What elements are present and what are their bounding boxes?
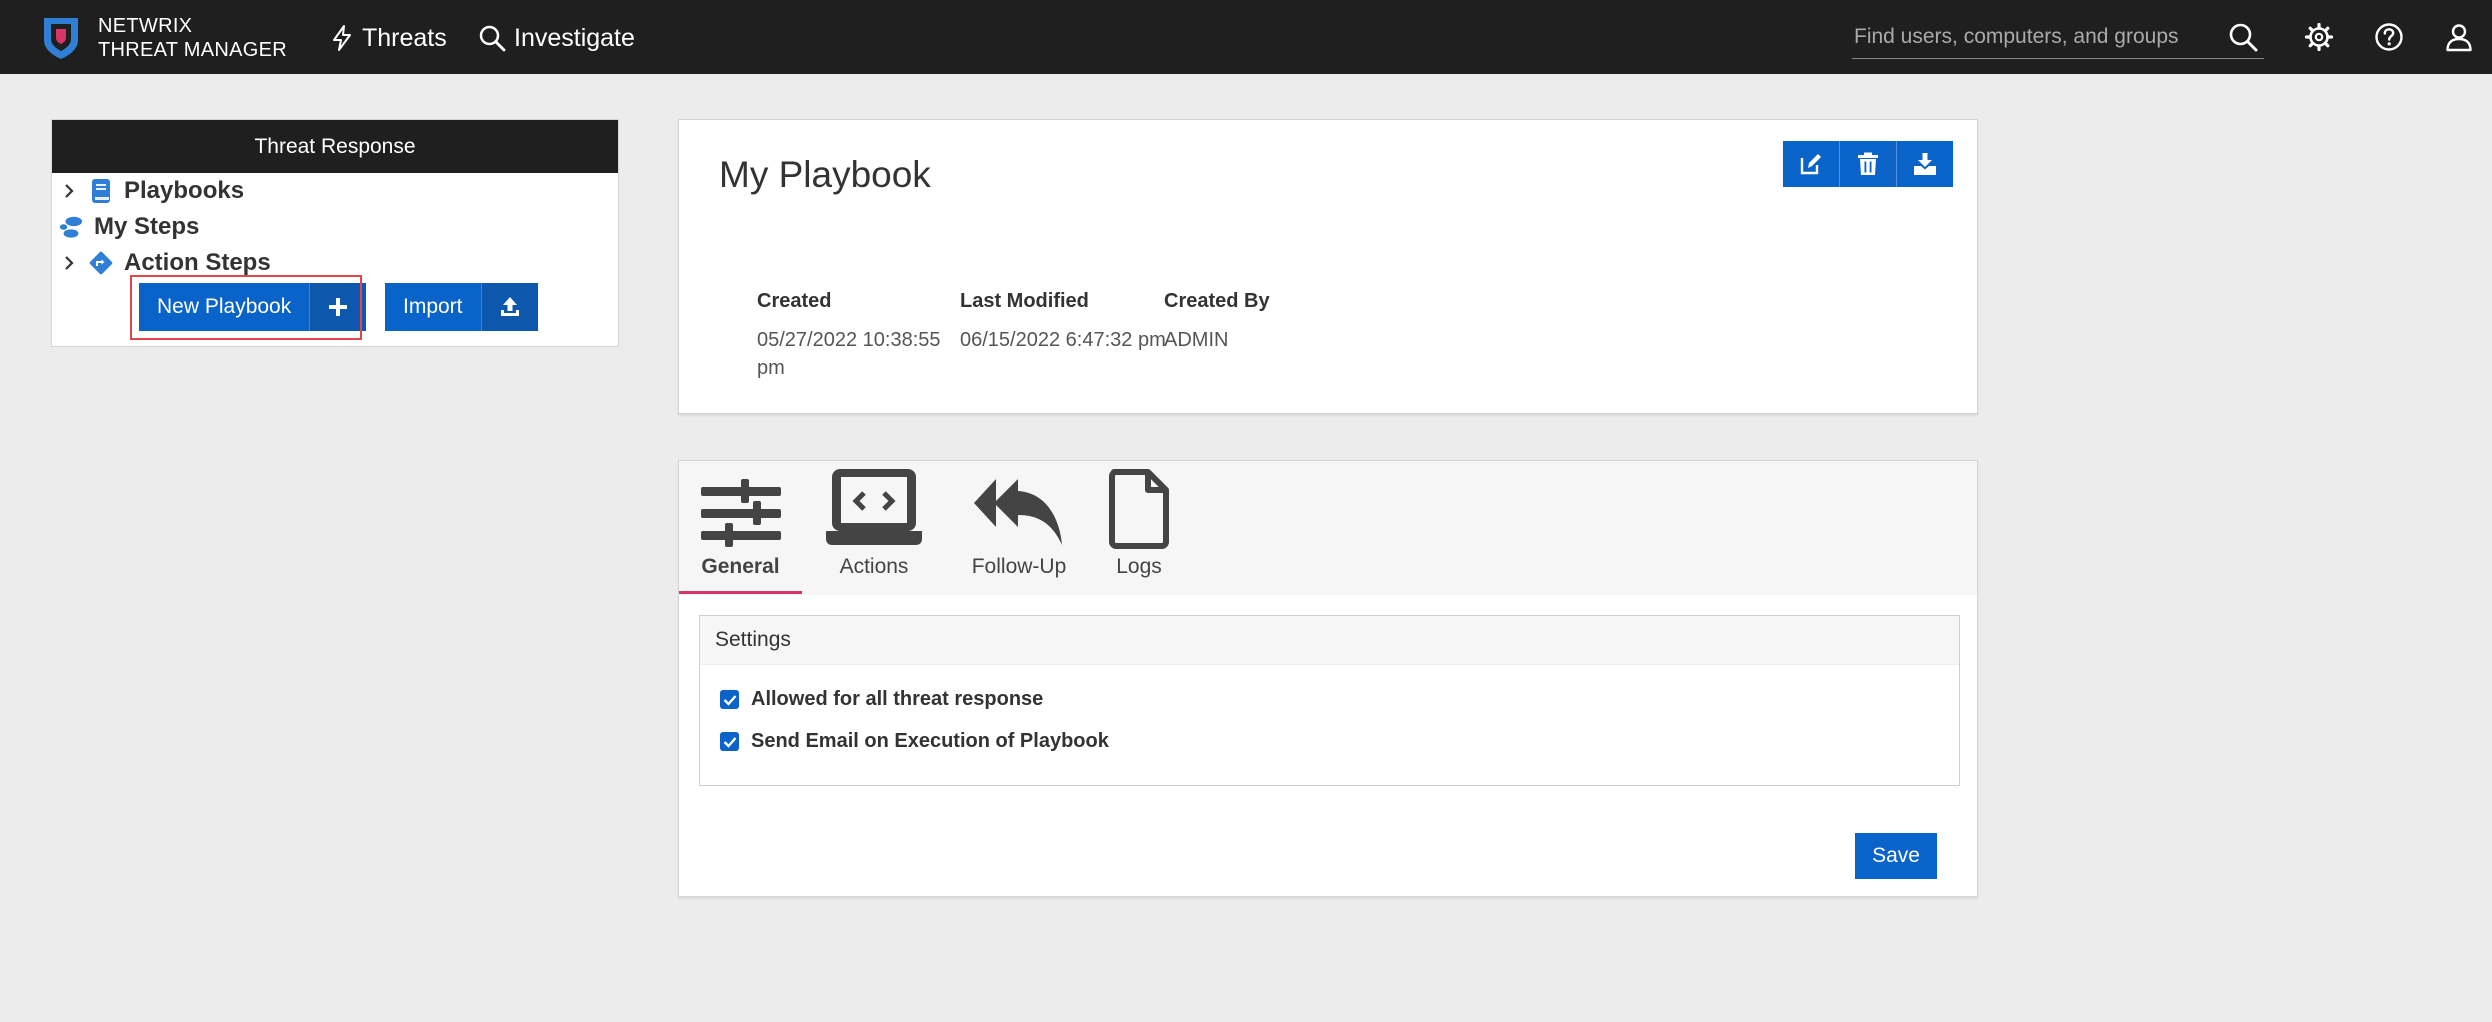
save-button[interactable]: Save (1855, 833, 1937, 879)
playbook-tabs-card: General Actions Follow-Up Logs Settings … (678, 460, 1978, 897)
chevron-right-icon[interactable] (58, 255, 80, 271)
check-icon (723, 694, 736, 706)
created-by-column: Created By ADMIN (1164, 290, 1270, 354)
nav-investigate[interactable]: Investigate (478, 20, 635, 56)
nav-threats-label: Threats (362, 23, 447, 52)
brand-line-1: NETWRIX (98, 15, 193, 37)
laptop-code-icon (824, 461, 924, 549)
global-search (1852, 18, 2268, 59)
last-modified-label: Last Modified (960, 290, 1089, 312)
book-icon (88, 178, 114, 204)
playbook-details-card: My Playbook Created 05/27/2022 10:38:55 … (678, 119, 1978, 414)
tab-label: Actions (839, 555, 909, 578)
trash-icon (1858, 152, 1878, 175)
option-label: Allowed for all threat response (751, 688, 1044, 710)
edit-icon (1800, 154, 1821, 175)
netwrix-logo-icon[interactable] (38, 14, 88, 60)
top-bar: NETWRIX THREAT MANAGER Threats Investiga… (0, 0, 2492, 74)
option-allow-all-threat-response[interactable]: Allowed for all threat response (720, 688, 1043, 711)
help-icon (2375, 23, 2403, 51)
gear-icon (2304, 22, 2334, 52)
tree-item-playbooks[interactable]: Playbooks (58, 174, 244, 208)
import-label: Import (403, 295, 463, 318)
tree-item-label: My Steps (94, 213, 200, 240)
playbook-title: My Playbook (719, 154, 931, 195)
created-by-label: Created By (1164, 290, 1270, 312)
created-by-value: ADMIN (1164, 329, 1229, 351)
panel-title: Threat Response (52, 120, 618, 173)
sliders-icon (700, 461, 781, 549)
tab-label: Logs (1116, 555, 1162, 578)
file-icon (1108, 461, 1170, 549)
created-column: Created 05/27/2022 10:38:55 pm (757, 290, 947, 382)
settings-title: Settings (700, 616, 1959, 665)
created-label: Created (757, 290, 832, 312)
settings-panel: Settings Allowed for all threat response… (699, 615, 1960, 786)
edit-button[interactable] (1783, 141, 1840, 187)
download-button[interactable] (1897, 141, 1953, 187)
search-button[interactable] (2224, 18, 2262, 56)
reply-all-icon (972, 461, 1066, 549)
user-menu-button[interactable] (2440, 18, 2478, 56)
last-modified-column: Last Modified 06/15/2022 6:47:32 pm (960, 290, 1170, 354)
settings-button[interactable] (2300, 18, 2338, 56)
tab-logs[interactable]: Logs (1089, 461, 1189, 591)
footsteps-icon (58, 214, 84, 240)
tree-item-label: Playbooks (124, 177, 245, 204)
upload-icon (480, 283, 538, 331)
checkbox-checked[interactable] (720, 732, 739, 751)
user-icon (2446, 24, 2472, 52)
brand-name[interactable]: NETWRIX THREAT MANAGER (98, 14, 287, 62)
tab-actions[interactable]: Actions (824, 461, 924, 591)
delete-button[interactable] (1840, 141, 1897, 187)
lightning-icon (333, 25, 351, 51)
tab-label: General (701, 555, 780, 578)
brand-line-2: THREAT MANAGER (98, 39, 288, 61)
import-button[interactable]: Import (385, 283, 538, 331)
last-modified-value: 06/15/2022 6:47:32 pm (960, 329, 1166, 351)
search-input[interactable] (1852, 18, 2268, 56)
tab-label: Follow-Up (971, 555, 1067, 578)
playbook-toolbar (1783, 141, 1953, 187)
tab-general[interactable]: General (679, 461, 802, 594)
option-label: Send Email on Execution of Playbook (751, 730, 1109, 752)
help-button[interactable] (2370, 18, 2408, 56)
checkbox-checked[interactable] (720, 690, 739, 709)
check-icon (723, 736, 736, 748)
option-send-email[interactable]: Send Email on Execution of Playbook (720, 730, 1109, 753)
new-playbook-highlight (130, 275, 362, 340)
nav-investigate-label: Investigate (514, 23, 635, 52)
nav-threats[interactable]: Threats (330, 20, 447, 56)
tree-item-label: Action Steps (124, 249, 271, 276)
search-icon (479, 25, 506, 52)
tree-item-my-steps[interactable]: My Steps (58, 210, 199, 244)
diamond-arrow-icon (88, 250, 114, 276)
chevron-right-icon[interactable] (58, 183, 80, 199)
created-value: 05/27/2022 10:38:55 pm (757, 329, 941, 379)
search-icon (2229, 23, 2258, 52)
download-icon (1914, 153, 1936, 175)
tab-follow-up[interactable]: Follow-Up (969, 461, 1069, 591)
